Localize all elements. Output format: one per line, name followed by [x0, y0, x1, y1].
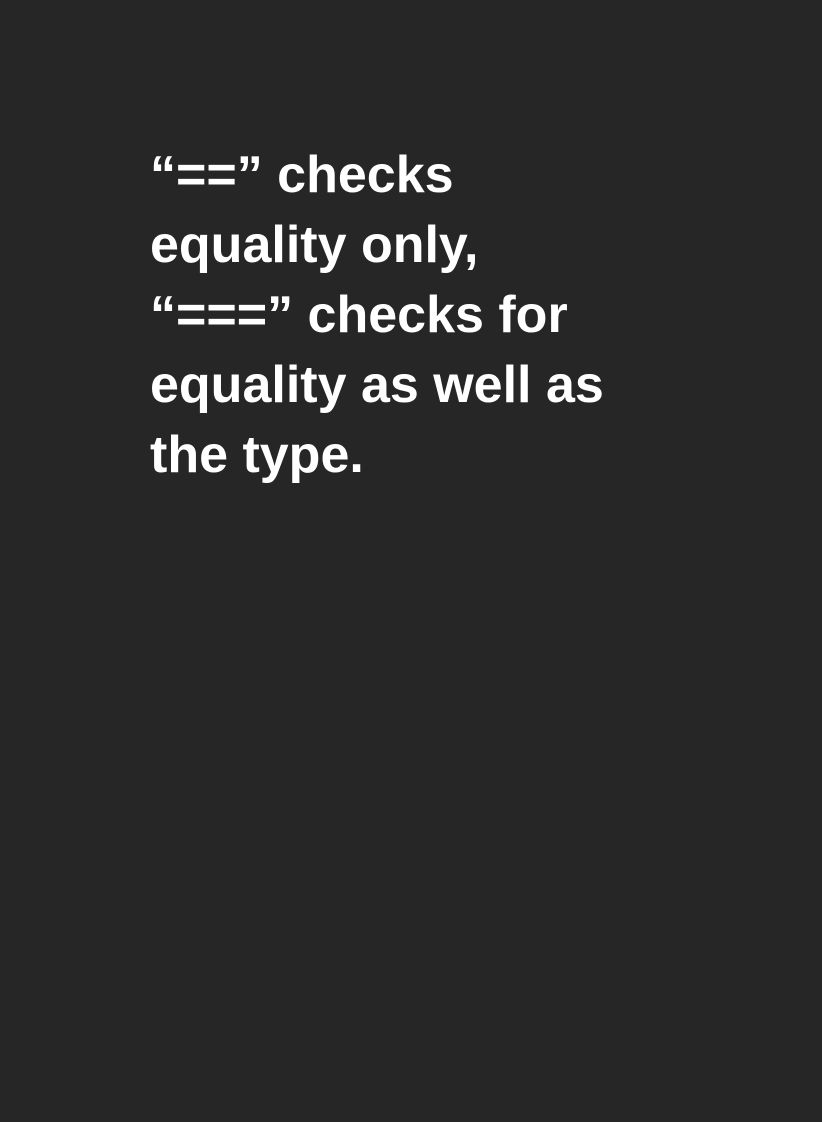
statement-line-5: the type. [150, 426, 364, 484]
statement-line-1: “==” checks [150, 146, 454, 204]
statement-line-3: “===” checks for [150, 286, 568, 344]
statement-line-2: equality only, [150, 216, 479, 274]
statement-line-4: equality as well as [150, 356, 604, 414]
statement-text: “==” checks equality only, “===” checks … [150, 140, 770, 490]
slide: “==” checks equality only, “===” checks … [0, 0, 822, 1122]
